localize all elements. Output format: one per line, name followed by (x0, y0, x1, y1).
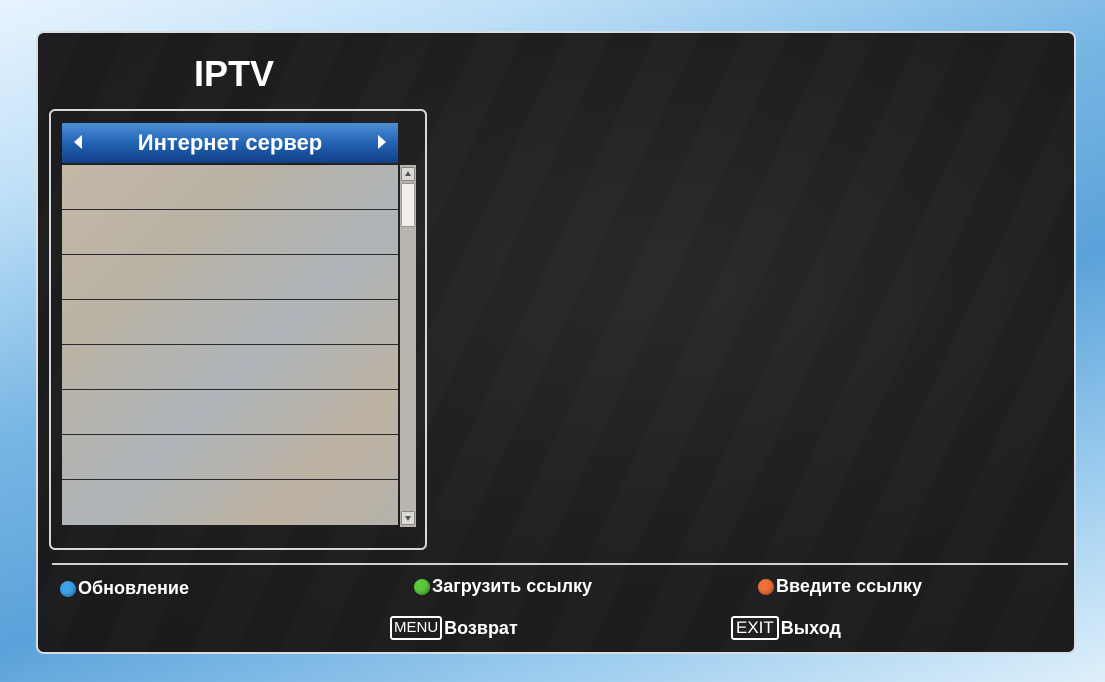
refresh-label: Обновление (78, 578, 189, 598)
scroll-thumb[interactable] (401, 183, 415, 227)
refresh-hint[interactable]: Обновление (60, 578, 189, 599)
server-list-panel: Интернет сервер (49, 109, 427, 550)
exit-key-icon: EXIT (731, 616, 779, 640)
server-type-label: Интернет сервер (137, 130, 323, 155)
back-label: Возврат (444, 617, 518, 638)
arrow-right-icon[interactable] (378, 135, 386, 149)
load-link-hint[interactable]: Загрузить ссылку (414, 576, 592, 597)
list-scrollbar[interactable] (400, 165, 416, 527)
footer-divider (52, 563, 1068, 565)
enter-link-label: Введите ссылку (776, 576, 923, 596)
red-dot-icon (758, 578, 774, 595)
blue-dot-icon (60, 580, 76, 597)
list-item[interactable] (62, 345, 398, 390)
arrow-left-icon[interactable] (74, 135, 82, 149)
list-item[interactable] (62, 435, 398, 480)
load-link-label: Загрузить ссылку (432, 576, 593, 596)
list-item[interactable] (62, 210, 398, 255)
exit-label: Выход (780, 617, 841, 638)
list-item[interactable] (62, 165, 398, 210)
page-title: IPTV (194, 53, 275, 94)
list-item[interactable] (62, 480, 398, 524)
green-dot-icon (414, 578, 430, 595)
list-item[interactable] (62, 300, 398, 345)
channel-list (62, 165, 398, 525)
server-type-selector[interactable]: Интернет сервер (62, 123, 398, 163)
iptv-window: IPTV Интернет сервер Обновление Загрузит… (36, 31, 1076, 654)
menu-key-icon: MENU (390, 616, 443, 640)
list-item[interactable] (62, 255, 398, 300)
list-item[interactable] (62, 390, 398, 435)
enter-link-hint[interactable]: Введите ссылку (758, 576, 922, 597)
scroll-down-icon[interactable] (401, 511, 415, 525)
menu-back-hint[interactable]: MENU Возврат (390, 616, 518, 640)
scroll-up-icon[interactable] (401, 167, 415, 181)
exit-hint[interactable]: EXIT Выход (731, 616, 841, 640)
